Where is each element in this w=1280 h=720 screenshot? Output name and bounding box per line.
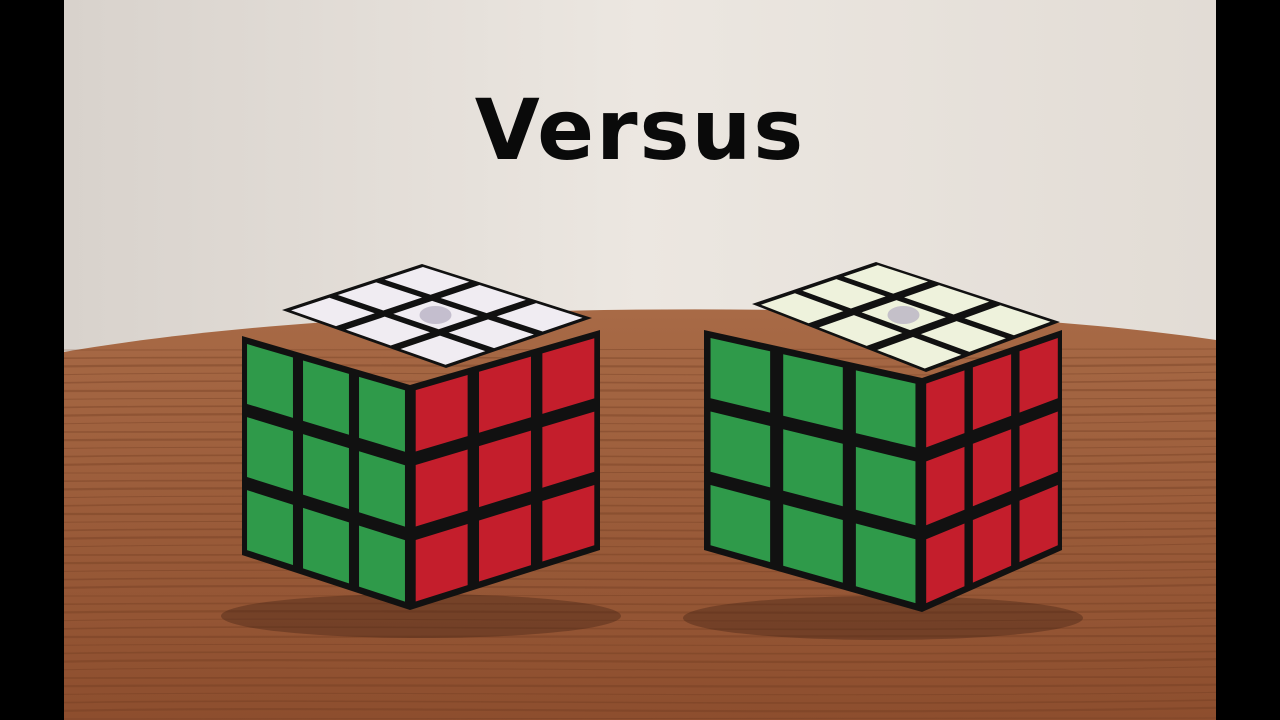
- right-cube-center-logo: [887, 306, 920, 324]
- grain-streak: [64, 634, 1216, 639]
- video-frame: Versus: [64, 0, 1216, 720]
- left-cube-center-logo: [419, 306, 452, 324]
- title-text: Versus: [474, 81, 806, 179]
- right-cube-shadow: [683, 596, 1083, 640]
- wall: [64, 0, 1216, 360]
